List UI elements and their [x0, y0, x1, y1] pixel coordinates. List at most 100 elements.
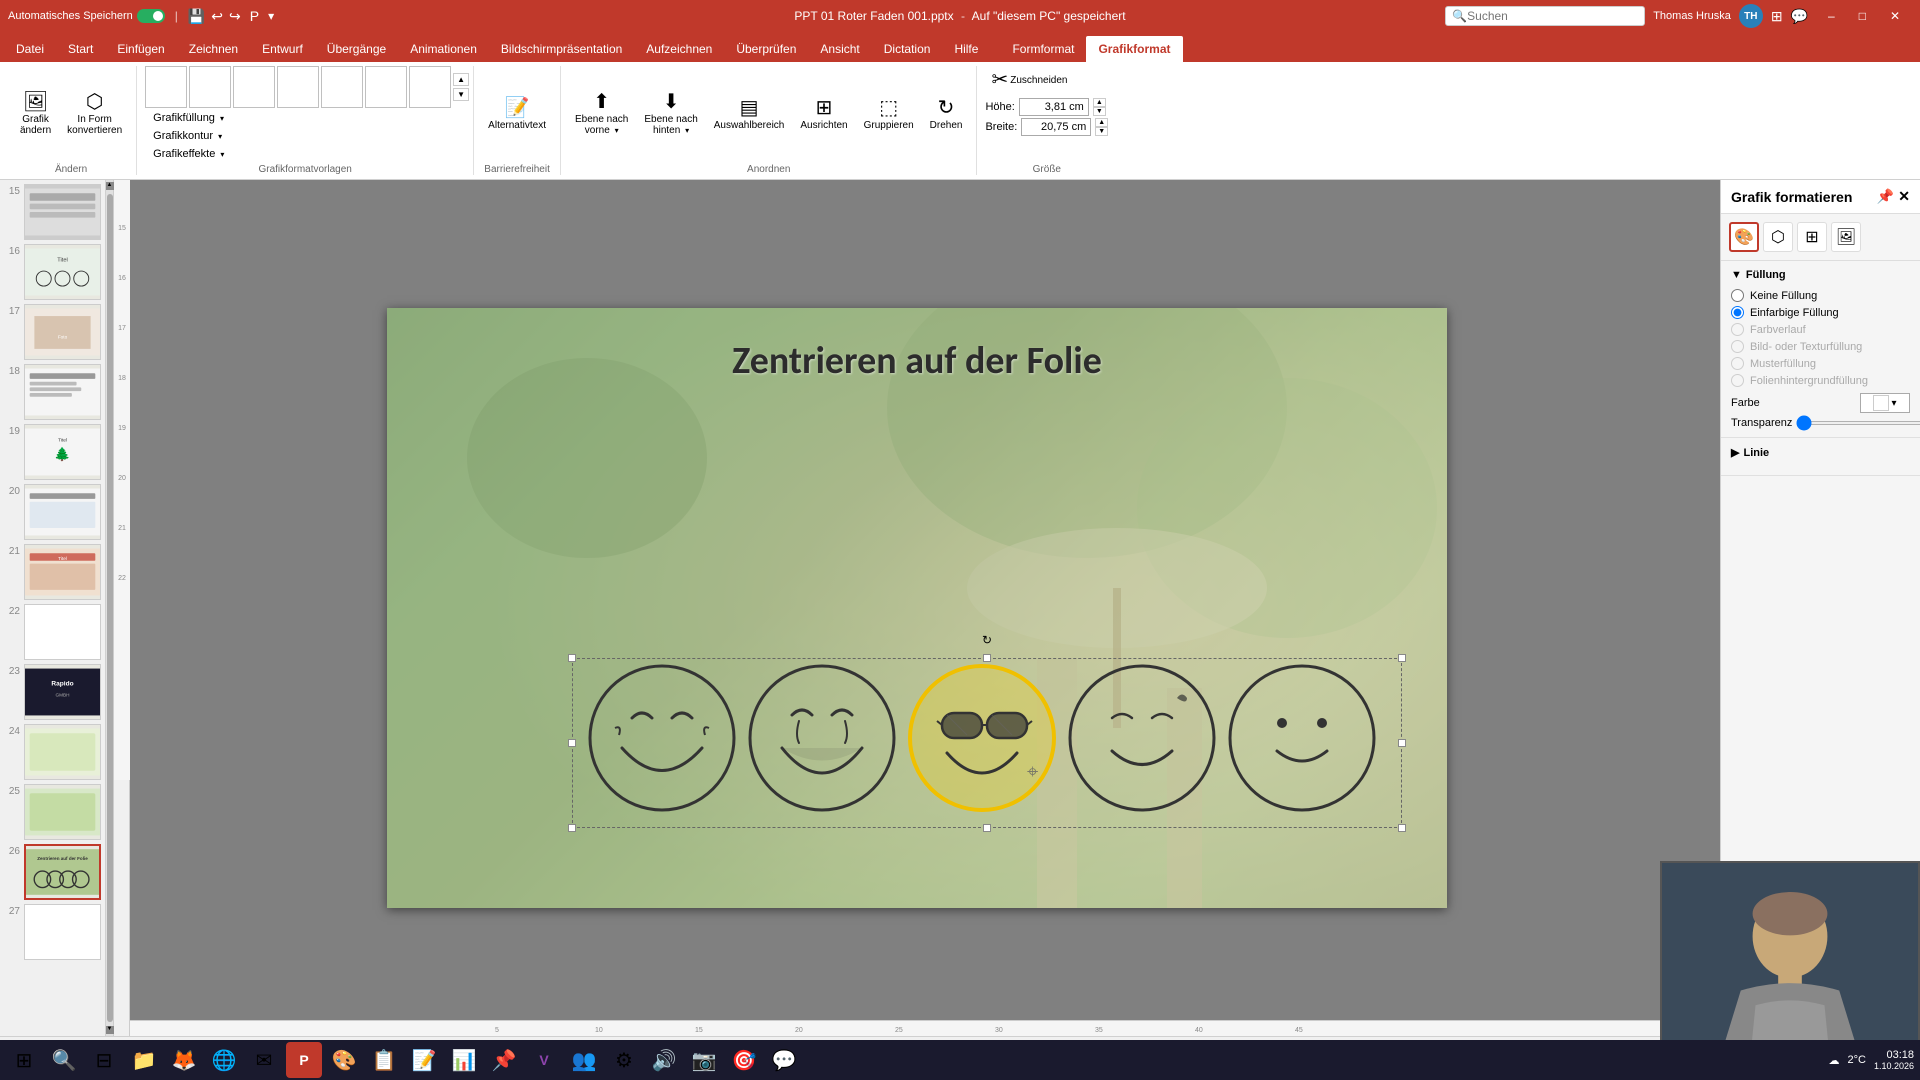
panel-pin-icon[interactable]: 📌 — [1877, 188, 1894, 205]
option-folie-hintergrund[interactable]: Folienhintergrundfüllung — [1731, 374, 1910, 387]
transparency-slider[interactable] — [1796, 421, 1920, 425]
radio-keine[interactable] — [1731, 289, 1744, 302]
notepad-icon[interactable]: 📝 — [406, 1042, 442, 1078]
in-form-button[interactable]: ⬡ In Formkonvertieren — [61, 88, 128, 140]
taskbar-search[interactable]: 🔍 — [46, 1042, 82, 1078]
tab-einfuegen[interactable]: Einfügen — [105, 36, 176, 62]
option-muster[interactable]: Musterfüllung — [1731, 357, 1910, 370]
grafik-aendern-button[interactable]: 🖼 Grafikändern — [14, 88, 57, 140]
drehen-button[interactable]: ↻ Drehen — [924, 94, 969, 135]
tab-animationen[interactable]: Animationen — [398, 36, 489, 62]
tab-aufzeichnen[interactable]: Aufzeichnen — [634, 36, 724, 62]
option-einfarbig[interactable]: Einfarbige Füllung — [1731, 306, 1910, 319]
app8-icon[interactable]: 📷 — [686, 1042, 722, 1078]
height-down[interactable]: ▼ — [1093, 107, 1106, 116]
slide-panel-scrollbar[interactable]: ▲ ▼ — [106, 180, 114, 1036]
layout-type-icon[interactable]: ⊞ — [1797, 222, 1827, 252]
tab-ansicht[interactable]: Ansicht — [808, 36, 871, 62]
tab-ueberpruefen[interactable]: Überprüfen — [724, 36, 808, 62]
shape-preset-5[interactable] — [321, 66, 363, 108]
panel-close-icon[interactable]: ✕ — [1898, 188, 1910, 205]
shape-preset-2[interactable] — [189, 66, 231, 108]
image-type-icon[interactable]: 🖼 — [1831, 222, 1861, 252]
width-input[interactable] — [1021, 118, 1091, 136]
autosave-switch[interactable] — [137, 9, 165, 23]
scroll-down[interactable]: ▼ — [106, 1026, 114, 1034]
app6-icon[interactable]: ⚙ — [606, 1042, 642, 1078]
search-input[interactable] — [1467, 9, 1627, 23]
grafikeffekte-button[interactable]: Grafikeffekte ▾ — [149, 146, 228, 162]
radio-einfarbig[interactable] — [1731, 306, 1744, 319]
tab-formformat[interactable]: Formformat — [1000, 36, 1086, 62]
radio-folie-bg[interactable] — [1731, 374, 1744, 387]
search-box[interactable]: 🔍 — [1445, 6, 1645, 26]
undo-icon[interactable]: ↩ — [211, 8, 223, 25]
shape-preset-4[interactable] — [277, 66, 319, 108]
save-icon[interactable]: 💾 — [188, 8, 205, 25]
explorer-icon[interactable]: 📁 — [126, 1042, 162, 1078]
ebene-vorne-button[interactable]: ⬆ Ebene nachvorne ▾ — [569, 88, 634, 140]
teams-icon[interactable]: 👥 — [566, 1042, 602, 1078]
tab-bildschirm[interactable]: Bildschirmpräsentation — [489, 36, 634, 62]
paint-icon[interactable]: 🎨 — [326, 1042, 362, 1078]
rotate-handle[interactable]: ↻ — [982, 633, 992, 647]
close-button[interactable]: ✕ — [1878, 0, 1912, 32]
scroll-thumb[interactable] — [107, 194, 113, 1022]
shape-preset-1[interactable] — [145, 66, 187, 108]
quick-access-dropdown[interactable]: ▾ — [268, 9, 274, 23]
width-up[interactable]: ▲ — [1095, 118, 1108, 127]
taskview-icon[interactable]: ⊟ — [86, 1042, 122, 1078]
emoji-3[interactable]: ⌖ — [910, 666, 1054, 810]
tab-dictation[interactable]: Dictation — [872, 36, 943, 62]
autosave-toggle[interactable]: Automatisches Speichern — [8, 9, 165, 23]
shape-preset-6[interactable] — [365, 66, 407, 108]
slide-thumb-21[interactable]: 21 Titel — [4, 544, 101, 600]
emoji-4[interactable] — [1070, 666, 1214, 810]
slide-thumb-18[interactable]: 18 — [4, 364, 101, 420]
height-up[interactable]: ▲ — [1093, 98, 1106, 107]
tab-hilfe[interactable]: Hilfe — [942, 36, 990, 62]
ebene-hinten-button[interactable]: ⬇ Ebene nachhinten ▾ — [638, 88, 703, 140]
emoji-2[interactable] — [750, 666, 894, 810]
comments-icon[interactable]: 💬 — [1791, 8, 1808, 25]
fill-section-title[interactable]: ▼ Füllung — [1731, 269, 1910, 281]
alternativtext-button[interactable]: 📝 Alternativtext — [482, 94, 552, 135]
slide-thumb-20[interactable]: 20 — [4, 484, 101, 540]
option-farbverlauf[interactable]: Farbverlauf — [1731, 323, 1910, 336]
powerpoint-icon[interactable]: P — [286, 1042, 322, 1078]
width-down[interactable]: ▼ — [1095, 127, 1108, 136]
shape-preset-3[interactable] — [233, 66, 275, 108]
start-icon[interactable]: ⊞ — [6, 1042, 42, 1078]
slide-thumb-24[interactable]: 24 — [4, 724, 101, 780]
tab-uebergaenge[interactable]: Übergänge — [315, 36, 398, 62]
ausrichten-button[interactable]: ⊞ Ausrichten — [794, 94, 853, 135]
maximize-button[interactable]: □ — [1847, 0, 1878, 32]
radio-farbverlauf[interactable] — [1731, 323, 1744, 336]
grafikkontur-button[interactable]: Grafikkontur ▾ — [149, 128, 228, 144]
option-keine-fuellung[interactable]: Keine Füllung — [1731, 289, 1910, 302]
tab-zeichnen[interactable]: Zeichnen — [177, 36, 250, 62]
auswahlbereich-button[interactable]: ▤ Auswahlbereich — [708, 94, 791, 135]
slide-thumb-22[interactable]: 22 — [4, 604, 101, 660]
clipboard-icon[interactable]: 📋 — [366, 1042, 402, 1078]
app7-icon[interactable]: 🔊 — [646, 1042, 682, 1078]
tab-datei[interactable]: Datei — [4, 36, 56, 62]
slide-thumb-23[interactable]: 23 RapidoGMBH — [4, 664, 101, 720]
tab-entwurf[interactable]: Entwurf — [250, 36, 315, 62]
gruppieren-button[interactable]: ⬚ Gruppieren — [858, 94, 920, 135]
slide-thumb-27[interactable]: 27 — [4, 904, 101, 960]
grafikfuellung-button[interactable]: Grafikfüllung ▾ — [149, 110, 228, 126]
emoji-1[interactable] — [590, 666, 734, 810]
chrome-icon[interactable]: 🌐 — [206, 1042, 242, 1078]
excel-icon[interactable]: 📊 — [446, 1042, 482, 1078]
app9-icon[interactable]: 🎯 — [726, 1042, 762, 1078]
redo-icon[interactable]: ↪ — [229, 8, 241, 25]
firefox-icon[interactable]: 🦊 — [166, 1042, 202, 1078]
slide-thumb-26[interactable]: 26 Zentrieren auf der Folie — [4, 844, 101, 900]
emoji-5[interactable] — [1230, 666, 1374, 810]
slide-thumb-25[interactable]: 25 — [4, 784, 101, 840]
selection-container[interactable]: ↻ — [572, 658, 1402, 828]
onenote-icon[interactable]: 📌 — [486, 1042, 522, 1078]
zuschneiden-button[interactable]: ✂ Zuschneiden — [985, 66, 1073, 94]
mail-icon[interactable]: ✉ — [246, 1042, 282, 1078]
